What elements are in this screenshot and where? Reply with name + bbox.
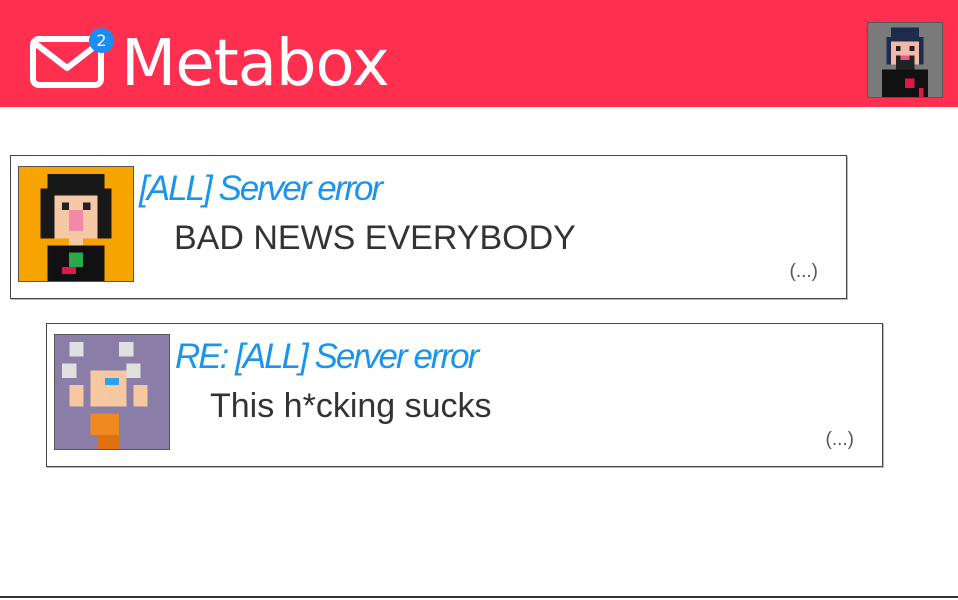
unread-count-badge: 2	[89, 28, 114, 53]
message-subject[interactable]: RE: [ALL] Server error	[175, 336, 479, 378]
user-avatar[interactable]	[867, 22, 943, 98]
sender-avatar	[54, 334, 170, 450]
bottom-divider	[0, 596, 958, 598]
app-header: 2 Metabox	[0, 0, 958, 107]
message-expand-link[interactable]: (...)	[790, 260, 819, 284]
message-card[interactable]: RE: [ALL] Server error This h*cking suck…	[46, 323, 883, 467]
app-title: Metabox	[121, 27, 390, 101]
sender-avatar	[18, 166, 134, 282]
message-preview: BAD NEWS EVERYBODY	[174, 219, 576, 257]
message-expand-link[interactable]: (...)	[826, 428, 855, 452]
message-preview: This h*cking sucks	[210, 387, 492, 425]
message-subject[interactable]: [ALL] Server error	[139, 168, 383, 210]
message-card[interactable]: [ALL] Server error BAD NEWS EVERYBODY (.…	[10, 155, 847, 299]
